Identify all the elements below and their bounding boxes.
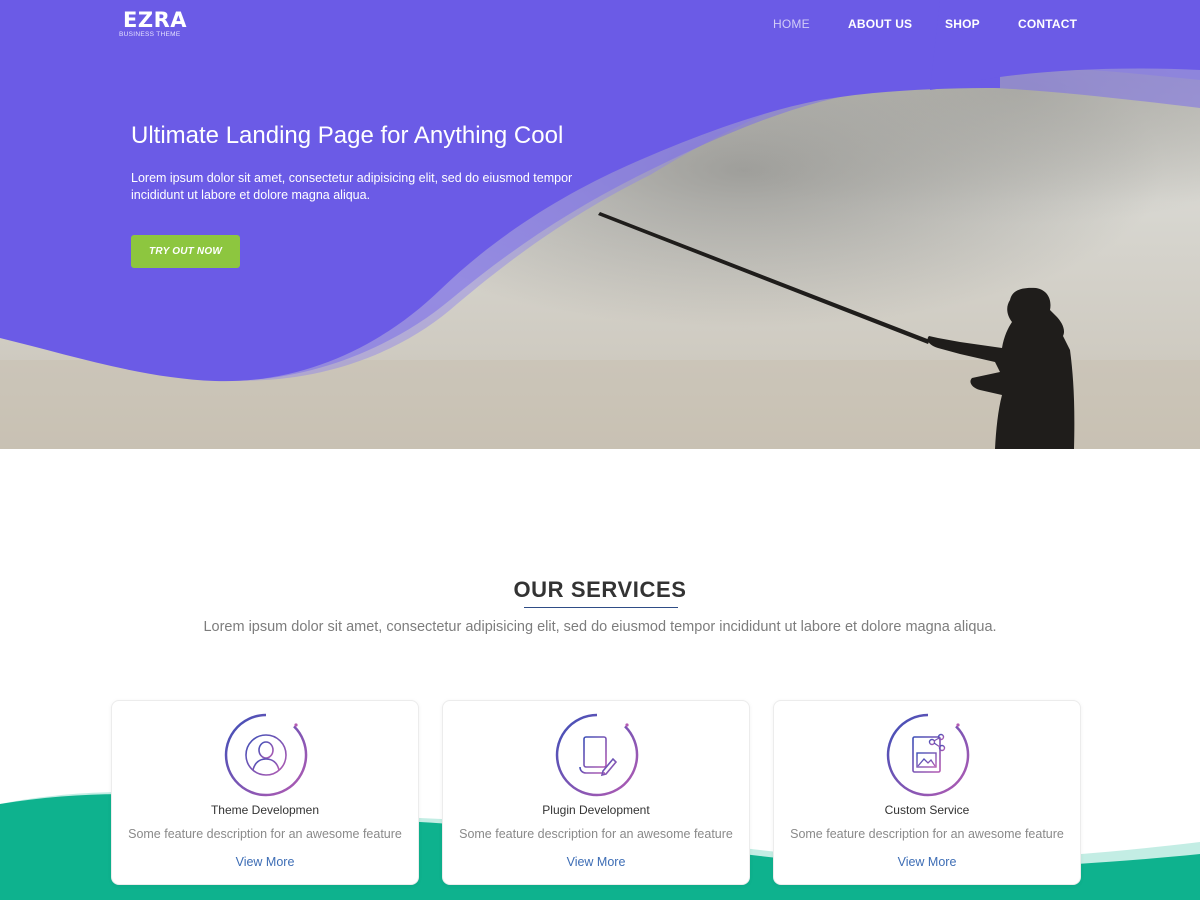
- view-more-link[interactable]: View More: [774, 854, 1080, 870]
- card-title: Theme Developmen: [210, 803, 320, 817]
- service-card-theme-development: Theme Developmen Some feature descriptio…: [111, 700, 419, 885]
- card-title: Custom Service: [884, 803, 970, 817]
- view-more-link[interactable]: View More: [443, 854, 749, 870]
- brand-logo[interactable]: EZRA BUSINESS THEME: [119, 9, 187, 39]
- top-navigation: EZRA BUSINESS THEME HOME ABOUT US SHOP C…: [0, 0, 1200, 50]
- service-card-custom-service: Custom Service Some feature description …: [773, 700, 1081, 885]
- services-title-underline: [524, 607, 678, 608]
- hero-content: Ultimate Landing Page for Anything Cool …: [131, 120, 591, 268]
- hero-title: Ultimate Landing Page for Anything Cool: [131, 122, 564, 149]
- nav-item-shop[interactable]: SHOP: [945, 17, 980, 31]
- service-card-plugin-development: Plugin Development Some feature descript…: [442, 700, 750, 885]
- nav-item-home[interactable]: HOME: [773, 17, 810, 31]
- view-more-link[interactable]: View More: [112, 854, 418, 870]
- services-description: Lorem ipsum dolor sit amet, consectetur …: [203, 619, 997, 635]
- hero-section: EZRA BUSINESS THEME HOME ABOUT US SHOP C…: [0, 0, 1200, 449]
- image-file-icon: [886, 713, 970, 797]
- brand-tagline: BUSINESS THEME: [119, 31, 181, 38]
- nav-item-about-us[interactable]: ABOUT US: [848, 17, 912, 31]
- try-out-now-button[interactable]: TRY OUT NOW: [131, 235, 240, 268]
- landing-page: EZRA BUSINESS THEME HOME ABOUT US SHOP C…: [0, 0, 1200, 900]
- hero-background-photo: [0, 0, 1200, 449]
- user-icon: [224, 713, 308, 797]
- card-title: Plugin Development: [542, 803, 650, 817]
- nav-item-contact[interactable]: CONTACT: [1018, 17, 1077, 31]
- scroll-document-icon: [555, 713, 639, 797]
- card-description: Some feature description for an awesome …: [790, 827, 1064, 841]
- hero-description: Lorem ipsum dolor sit amet, consectetur …: [131, 171, 573, 202]
- services-title: OUR SERVICES: [513, 577, 687, 602]
- card-description: Some feature description for an awesome …: [128, 827, 402, 841]
- brand-name: EZRA: [123, 8, 187, 32]
- card-description: Some feature description for an awesome …: [459, 827, 733, 841]
